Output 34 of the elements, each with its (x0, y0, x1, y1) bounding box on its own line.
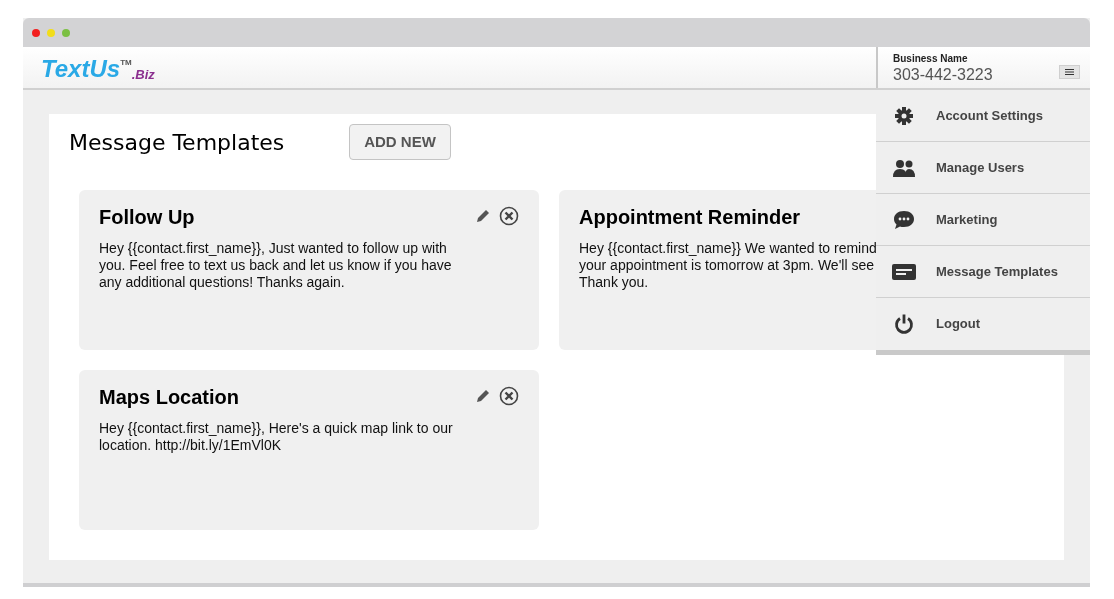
template-title: Maps Location (99, 385, 239, 410)
template-title: Follow Up (99, 205, 195, 230)
menu-item[interactable]: Logout (876, 298, 1090, 350)
page-title: Message Templates (69, 128, 286, 157)
template-text: any additional questions! Thanks again. (99, 274, 345, 291)
menu-item[interactable]: Manage Users (876, 142, 1090, 194)
template-text: Hey {{contact.first_name}}, Here's a quick map link to our (99, 420, 453, 437)
business-label: Business Name (893, 52, 969, 66)
menu-item[interactable]: Message Templates (876, 246, 1090, 298)
message-card-icon (892, 263, 916, 280)
logo-text: TextUs (41, 57, 121, 81)
template-text: Thank you. (579, 274, 649, 291)
logo-suffix: .Biz (131, 68, 155, 81)
close-icon[interactable] (499, 206, 519, 226)
gear-icon (894, 105, 914, 126)
template-text: Hey {{contact.first_name}}, Just wanted to follow up with (99, 240, 447, 257)
add-new-button[interactable]: ADD NEW (349, 124, 451, 160)
template-text: you. Feel free to text us back and let us know if you have (99, 257, 452, 274)
pencil-icon[interactable] (475, 208, 491, 224)
template-text: your appointment is tomorrow at 3pm. We'll see (579, 257, 874, 274)
template-text: location. http://bit.ly/1EmVl0K (99, 437, 282, 454)
menu-icon (1065, 68, 1074, 75)
trademark-mark: TM (120, 57, 132, 67)
template-title: Appointment Reminder (579, 205, 801, 230)
menu-button[interactable] (1059, 64, 1080, 79)
menu-item[interactable]: Account Settings (876, 90, 1090, 142)
chat-bubble-icon (893, 209, 915, 230)
pencil-icon[interactable] (475, 388, 491, 404)
users-icon (893, 158, 915, 177)
power-icon (894, 314, 914, 334)
menu-item[interactable]: Marketing (876, 194, 1090, 246)
template-text: Hey {{contact.first_name}} We wanted to remind (579, 240, 877, 257)
close-icon[interactable] (499, 386, 519, 406)
phone-number: 303-442-3223 (893, 66, 993, 84)
